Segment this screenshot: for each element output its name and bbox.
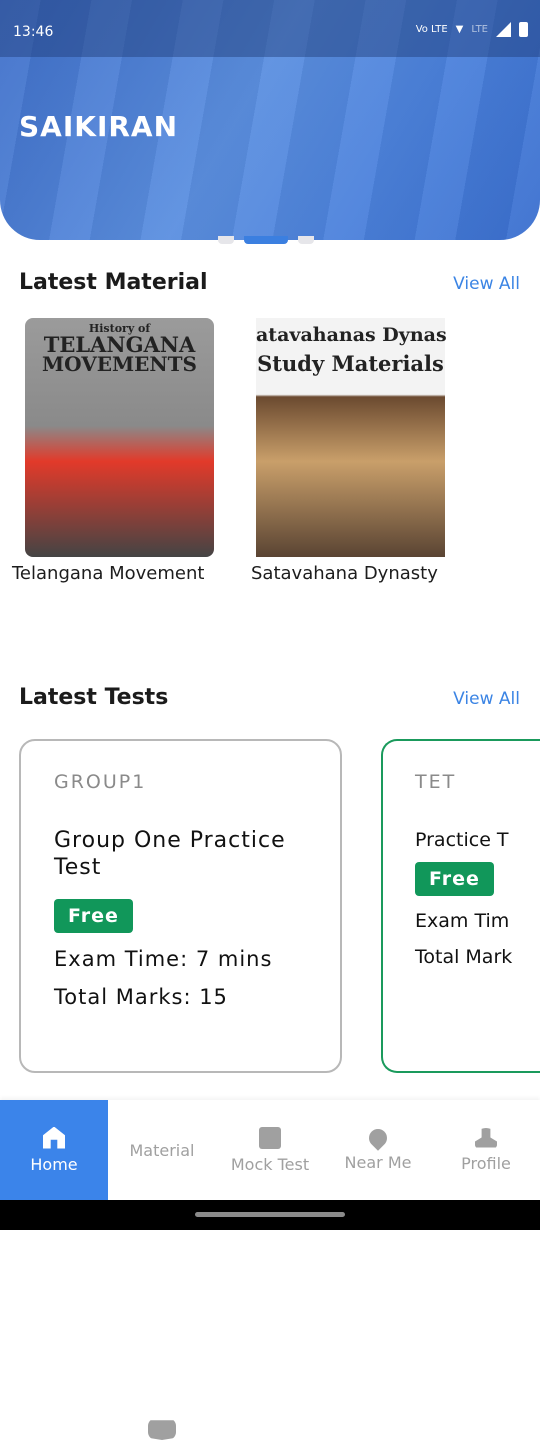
free-badge: Free [415,862,494,896]
test-card[interactable]: GROUP1 Group One Practice Test Free Exam… [19,739,342,1073]
material-cover-satavahana[interactable]: atavahanas Dynas Study Materials [256,318,447,557]
material-cover-telangana[interactable]: History of TELANGANA MOVEMENTS [25,318,214,557]
home-gesture-handle[interactable] [195,1212,345,1217]
volte-icon: Vo LTE [415,24,448,35]
nav-label: Mock Test [230,1154,310,1174]
network-label: LTE [471,24,488,35]
system-navigation-bar [0,1200,540,1230]
material-label[interactable]: Telangana Movement [12,563,204,584]
location-pin-icon [365,1124,391,1151]
nav-label: Profile [461,1153,511,1173]
material-view-all-link[interactable]: View All [453,274,520,294]
nav-home[interactable]: Home [0,1100,108,1200]
nav-material[interactable]: Material [108,1100,216,1440]
free-badge: Free [54,899,133,933]
latest-tests-title: Latest Tests [19,685,169,710]
material-label[interactable]: Satavahana Dynasty [251,563,438,584]
total-marks: Total Marks: 15 [54,985,228,1009]
wifi-icon: ▼ [455,24,464,35]
person-icon [475,1127,497,1148]
nav-mock-test[interactable]: Mock Test [216,1100,324,1200]
test-card[interactable]: TET Practice T Free Exam Tim Total Mark [381,739,540,1073]
status-time: 13:46 [13,24,54,40]
book-icon [148,1420,176,1440]
exam-time: Exam Time: 7 mins [54,947,273,971]
total-marks: Total Mark [415,946,513,968]
test-name: Group One Practice Test [54,828,286,880]
nav-label: Home [30,1154,78,1174]
status-bar: 13:46 Vo LTE ▼ LTE [0,0,540,57]
bottom-navigation: Home Material Mock Test Near Me Profile [0,1100,540,1440]
document-icon [259,1126,281,1149]
nav-label: Near Me [344,1152,412,1172]
carousel-indicator[interactable] [218,236,314,244]
nav-label: Material [129,1140,195,1160]
tests-view-all-link[interactable]: View All [453,689,520,709]
test-name: Practice T [415,829,509,851]
hero-title: SAIKIRAN [19,110,179,143]
home-icon [43,1126,65,1149]
signal-icon [496,22,511,37]
latest-material-title: Latest Material [19,270,208,295]
battery-icon [519,22,528,37]
test-category: GROUP1 [54,771,147,793]
test-category: TET [415,771,457,793]
nav-profile[interactable]: Profile [432,1100,540,1200]
exam-time: Exam Tim [415,910,510,932]
nav-near-me[interactable]: Near Me [324,1100,432,1200]
